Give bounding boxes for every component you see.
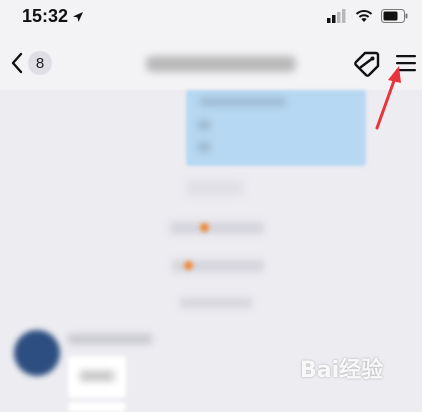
baidu-jingyan-watermark: Bai经验 bbox=[300, 358, 384, 383]
navigation-bar: 8 bbox=[0, 36, 422, 90]
unread-count-badge: 8 bbox=[28, 51, 52, 75]
avatar[interactable] bbox=[14, 330, 60, 376]
signal-icon bbox=[327, 9, 346, 23]
status-time: 15:32 bbox=[22, 6, 69, 26]
chevron-left-icon bbox=[11, 52, 23, 74]
message-text-blurred bbox=[80, 371, 114, 381]
status-bar: 15:32 bbox=[0, 0, 422, 36]
menu-button[interactable] bbox=[396, 54, 416, 77]
notice-emoji-blurred bbox=[184, 261, 193, 270]
battery-icon bbox=[381, 9, 408, 23]
sender-name-blurred bbox=[68, 334, 152, 344]
system-notice-blurred bbox=[170, 222, 264, 234]
message-text-blurred bbox=[198, 142, 210, 152]
message-text-blurred bbox=[198, 120, 210, 130]
status-icons bbox=[327, 9, 408, 23]
wifi-icon bbox=[355, 10, 373, 22]
location-arrow-icon bbox=[73, 11, 84, 22]
menu-icon bbox=[396, 55, 416, 72]
system-notice-blurred bbox=[186, 180, 244, 196]
message-bubble-incoming[interactable] bbox=[68, 402, 126, 412]
system-notice-blurred bbox=[180, 298, 252, 308]
back-button[interactable]: 8 bbox=[10, 49, 52, 77]
status-time-group: 15:32 bbox=[22, 6, 84, 27]
chat-title-blurred bbox=[146, 56, 296, 72]
tag-button[interactable] bbox=[352, 49, 382, 84]
notice-emoji-blurred bbox=[200, 223, 209, 232]
message-text-blurred bbox=[200, 98, 286, 106]
tag-icon bbox=[354, 51, 380, 77]
